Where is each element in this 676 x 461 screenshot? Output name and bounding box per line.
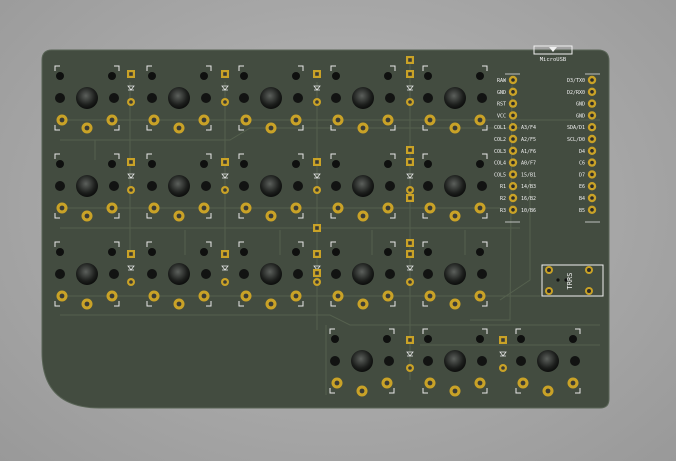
center-hole [444,175,466,197]
mcu-pin-label-right: D7 [579,172,585,178]
mcu-pin-label-inner: 10/B6 [521,208,536,214]
mcu-pin-label-left: R1 [500,184,506,190]
mcu-pin-label-inner: 16/B2 [521,196,536,202]
mcu-pin-label-right: C6 [579,161,585,167]
center-hole [260,175,282,197]
mcu-pin-label-left: RST [497,102,506,108]
mcu-pin-label-right: D4 [579,149,585,155]
mcu-pin-label-left: R3 [500,208,506,214]
mcu-pin-label-inner: A0/F7 [521,161,536,167]
center-hole [260,263,282,285]
center-hole [444,87,466,109]
center-hole [444,263,466,285]
mcu-pin-label-right: GND [576,102,585,108]
center-hole [351,350,373,372]
mcu-pin-label-right: D2/RX0 [567,90,585,96]
mcu-pin-label-left: COL3 [494,149,506,155]
mcu-pin-label-inner: A3/F4 [521,125,536,131]
mcu-pin-label-right: GND [576,113,585,119]
center-hole [76,263,98,285]
mcu-pin-label-right: D3/TX0 [567,78,585,84]
mcu-pin-label-left: RAW [497,78,507,84]
mcu-pin-label-right: E6 [579,184,585,190]
mcu-pin-label-left: COL5 [494,172,506,178]
mcu-pin-label-right: B4 [579,196,585,202]
mcu-pin-label-inner: 14/B3 [521,184,536,190]
center-hole [168,175,190,197]
center-hole [168,263,190,285]
mcu-pin-label-right: B5 [579,208,585,214]
center-hole [76,87,98,109]
mcu-pin-label-right: SCL/D0 [567,137,585,143]
mcu-pin-label-inner: A2/F5 [521,137,536,143]
mcu-pin-label-right: SDA/D1 [567,125,585,131]
mcu-pin-label-left: GND [497,90,506,96]
mcu-pin-label-left: VCC [497,113,506,119]
microusb-label: MicroUSB [540,57,567,63]
mcu-pin-label-left: COL4 [494,161,506,167]
mcu-pin-label-left: COL2 [494,137,506,143]
center-hole [352,263,374,285]
center-hole [352,87,374,109]
center-hole [260,87,282,109]
center-hole [537,350,559,372]
pcb-viewer-canvas[interactable]: MicroUSB RAW D3/TX0 GND D2/RX0 RST GND VCC GND C… [0,0,676,461]
center-hole [168,87,190,109]
pcb-render[interactable]: MicroUSB RAW D3/TX0 GND D2/RX0 RST GND VCC GND C… [0,0,676,461]
trrs-label: TRRS [566,273,574,290]
mcu-pin-label-inner: 15/B1 [521,172,536,178]
mcu-pin-label-inner: A1/F6 [521,149,536,155]
center-hole [352,175,374,197]
mcu-pin-label-left: R2 [500,196,506,202]
center-hole [444,350,466,372]
center-hole [76,175,98,197]
mcu-pin-label-left: COL1 [494,125,506,131]
